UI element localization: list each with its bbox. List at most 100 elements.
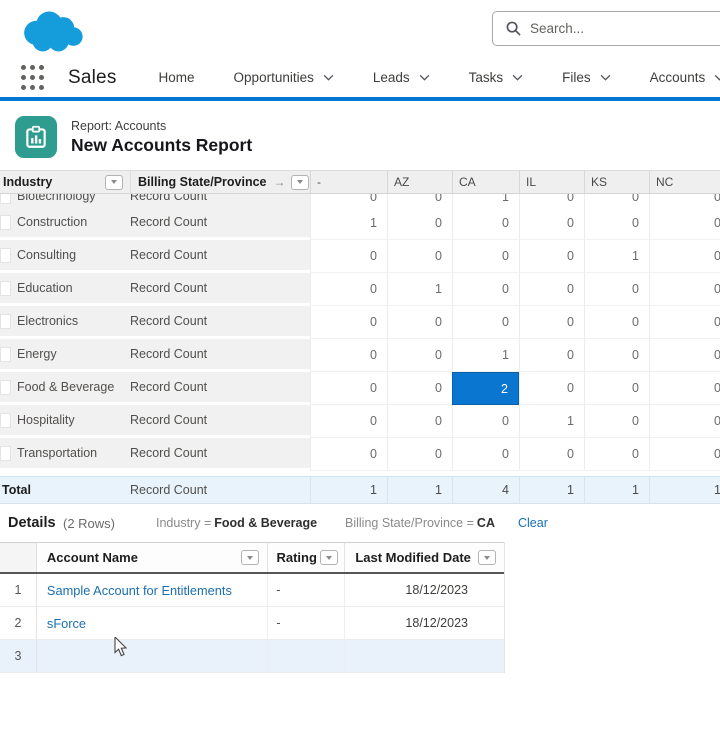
state-column-header[interactable]: AZ <box>387 171 452 193</box>
account-name-link[interactable]: Sample Account for Entitlements <box>37 574 268 606</box>
industry-column-header[interactable]: Industry <box>0 175 130 190</box>
pivot-value-cell[interactable]: 0 <box>452 207 519 240</box>
chevron-down-icon[interactable] <box>600 74 611 81</box>
pivot-value-cell[interactable]: 0 <box>519 207 584 240</box>
nav-tab-tasks[interactable]: Tasks <box>469 70 524 85</box>
clear-filters-link[interactable]: Clear <box>518 516 548 530</box>
row-checkbox[interactable] <box>0 281 11 296</box>
pivot-value-cell[interactable]: 0 <box>310 438 387 471</box>
pivot-value-cell[interactable]: 0 <box>310 405 387 438</box>
pivot-value-cell[interactable]: 0 <box>387 405 452 438</box>
pivot-total-cell[interactable]: 4 <box>452 477 519 503</box>
pivot-value-cell[interactable]: 0 <box>387 438 452 471</box>
industry-cell[interactable]: Food & Beverage <box>17 380 130 394</box>
row-checkbox[interactable] <box>0 413 11 428</box>
filter-icon[interactable] <box>105 175 123 190</box>
nav-tab-leads[interactable]: Leads <box>373 70 430 85</box>
pivot-total-cell[interactable]: 1 <box>519 477 584 503</box>
industry-cell[interactable]: Electronics <box>17 314 130 328</box>
pivot-value-cell[interactable]: 0 <box>310 240 387 273</box>
filter-icon[interactable] <box>320 550 338 565</box>
account-name-column-header[interactable]: Account Name <box>37 550 268 565</box>
chevron-down-icon[interactable] <box>714 74 720 81</box>
pivot-value-cell[interactable]: 0 <box>310 273 387 306</box>
pivot-value-cell[interactable]: 0 <box>519 240 584 273</box>
filter-icon[interactable] <box>478 550 496 565</box>
state-column-header[interactable]: - <box>310 171 387 193</box>
pivot-value-cell[interactable]: 0 <box>584 194 649 207</box>
pivot-value-cell[interactable]: 0 <box>649 207 720 240</box>
pivot-total-cell[interactable]: 1 <box>387 477 452 503</box>
industry-cell[interactable]: Energy <box>17 347 130 361</box>
row-checkbox[interactable] <box>0 194 11 204</box>
pivot-value-cell[interactable]: 0 <box>387 372 452 405</box>
chevron-down-icon[interactable] <box>512 74 523 81</box>
pivot-value-cell[interactable]: 0 <box>649 339 720 372</box>
pivot-value-cell[interactable]: 0 <box>649 372 720 405</box>
row-checkbox[interactable] <box>0 248 11 263</box>
pivot-value-cell[interactable]: 0 <box>649 194 720 207</box>
state-column-header[interactable]: CA <box>452 171 519 193</box>
pivot-value-cell[interactable]: 0 <box>387 207 452 240</box>
pivot-value-cell[interactable]: 0 <box>452 438 519 471</box>
pivot-value-cell[interactable]: 0 <box>387 194 452 207</box>
rating-column-header[interactable]: Rating <box>267 543 344 572</box>
pivot-value-cell[interactable]: 0 <box>519 438 584 471</box>
pivot-value-cell[interactable]: 0 <box>310 372 387 405</box>
pivot-value-cell[interactable]: 0 <box>584 273 649 306</box>
app-launcher-icon[interactable] <box>21 65 44 91</box>
pivot-value-cell[interactable]: 0 <box>387 306 452 339</box>
pivot-value-cell[interactable]: 1 <box>519 405 584 438</box>
global-search-input[interactable]: Search... <box>492 11 720 46</box>
nav-tab-files[interactable]: Files <box>562 70 611 85</box>
industry-cell[interactable]: Hospitality <box>17 413 130 427</box>
row-checkbox[interactable] <box>0 215 11 230</box>
account-name-link[interactable]: sForce <box>37 607 268 639</box>
nav-tab-home[interactable]: Home <box>159 70 195 85</box>
pivot-value-cell[interactable]: 0 <box>584 372 649 405</box>
pivot-total-cell[interactable]: 1 <box>584 477 649 503</box>
pivot-value-cell[interactable]: 0 <box>519 194 584 207</box>
pivot-value-cell[interactable]: 1 <box>452 339 519 372</box>
pivot-value-cell[interactable]: 0 <box>519 273 584 306</box>
row-checkbox[interactable] <box>0 446 11 461</box>
pivot-value-cell[interactable]: 0 <box>519 339 584 372</box>
chevron-down-icon[interactable] <box>323 74 334 81</box>
pivot-value-cell[interactable]: 0 <box>452 273 519 306</box>
pivot-value-cell[interactable]: 1 <box>387 273 452 306</box>
state-column-header[interactable]: KS <box>584 171 649 193</box>
industry-cell[interactable]: Biotechnology <box>17 194 130 203</box>
pivot-total-cell[interactable]: 1 <box>310 477 387 503</box>
pivot-value-cell[interactable]: 0 <box>584 438 649 471</box>
pivot-total-cell[interactable]: 1 <box>649 477 720 503</box>
pivot-value-cell[interactable]: 0 <box>649 405 720 438</box>
industry-cell[interactable]: Construction <box>17 215 130 229</box>
state-column-header[interactable]: NC <box>649 171 720 193</box>
chevron-down-icon[interactable] <box>419 74 430 81</box>
pivot-selected-cell[interactable]: 2 <box>452 372 519 405</box>
pivot-value-cell[interactable]: 0 <box>519 372 584 405</box>
pivot-value-cell[interactable]: 1 <box>310 207 387 240</box>
industry-cell[interactable]: Transportation <box>17 446 130 460</box>
row-checkbox[interactable] <box>0 347 11 362</box>
pivot-value-cell[interactable]: 0 <box>310 339 387 372</box>
filter-icon[interactable] <box>291 175 309 190</box>
pivot-value-cell[interactable]: 1 <box>452 194 519 207</box>
pivot-value-cell[interactable]: 0 <box>310 194 387 207</box>
pivot-value-cell[interactable]: 0 <box>452 240 519 273</box>
pivot-value-cell[interactable]: 1 <box>584 240 649 273</box>
billing-state-column-header[interactable]: Billing State/Province → <box>130 171 310 193</box>
pivot-value-cell[interactable]: 0 <box>452 405 519 438</box>
pivot-value-cell[interactable]: 0 <box>310 306 387 339</box>
industry-cell[interactable]: Education <box>17 281 130 295</box>
pivot-value-cell[interactable]: 0 <box>387 339 452 372</box>
last-modified-date-column-header[interactable]: Last Modified Date <box>344 543 504 572</box>
pivot-value-cell[interactable]: 0 <box>387 240 452 273</box>
pivot-value-cell[interactable]: 0 <box>584 207 649 240</box>
pivot-value-cell[interactable]: 0 <box>649 306 720 339</box>
pivot-value-cell[interactable]: 0 <box>519 306 584 339</box>
row-checkbox[interactable] <box>0 380 11 395</box>
filter-icon[interactable] <box>241 550 259 565</box>
row-checkbox[interactable] <box>0 314 11 329</box>
state-column-header[interactable]: IL <box>519 171 584 193</box>
